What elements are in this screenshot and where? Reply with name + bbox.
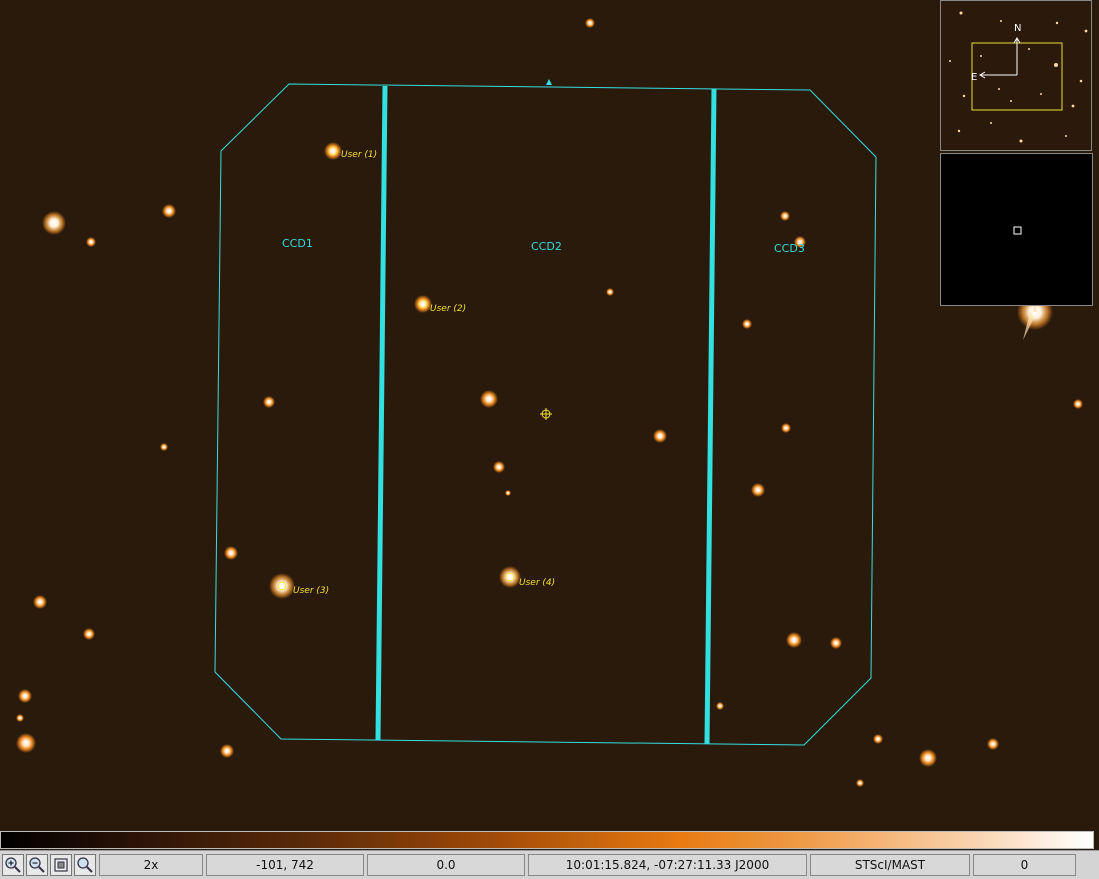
star bbox=[220, 744, 234, 758]
magnifier-cursor-box bbox=[1013, 226, 1022, 235]
target-label-3: User (3) bbox=[293, 586, 329, 596]
target-label-2: User (2) bbox=[430, 304, 466, 314]
zoom-in-button[interactable] bbox=[2, 854, 24, 876]
panner-star bbox=[1065, 135, 1067, 137]
star bbox=[716, 702, 724, 710]
zoom-level-field: 2x bbox=[99, 854, 203, 876]
star bbox=[480, 390, 498, 408]
zoom-actual-button[interactable] bbox=[74, 854, 96, 876]
ccd3-label: CCD3 bbox=[774, 242, 805, 255]
zoom-out-button[interactable] bbox=[26, 854, 48, 876]
star bbox=[780, 211, 790, 221]
star bbox=[653, 429, 667, 443]
star bbox=[873, 734, 883, 744]
panner-star bbox=[957, 129, 961, 133]
star bbox=[493, 461, 505, 473]
star bbox=[606, 288, 614, 296]
star bbox=[269, 573, 295, 599]
star bbox=[919, 749, 937, 767]
star bbox=[42, 211, 66, 235]
panner-star bbox=[1084, 29, 1088, 33]
image-source-field: STScI/MAST bbox=[810, 854, 970, 876]
panner-star bbox=[1019, 139, 1023, 143]
star bbox=[16, 733, 36, 753]
zoom-actual-icon bbox=[77, 857, 93, 873]
star bbox=[263, 396, 275, 408]
pixel-value-field: 0.0 bbox=[367, 854, 525, 876]
star bbox=[86, 237, 96, 247]
star bbox=[160, 443, 168, 451]
east-label: E bbox=[971, 72, 977, 83]
star bbox=[742, 319, 752, 329]
panner-overview[interactable]: N E bbox=[940, 0, 1092, 151]
panner-star bbox=[949, 60, 951, 62]
panner-star bbox=[1010, 100, 1012, 102]
wcs-coords-field: 10:01:15.824, -07:27:11.33 J2000 bbox=[528, 854, 807, 876]
colorbar[interactable] bbox=[0, 831, 1094, 849]
ccd1-label: CCD1 bbox=[282, 237, 313, 250]
panner-star bbox=[959, 11, 963, 15]
star bbox=[18, 689, 32, 703]
panner-star bbox=[998, 88, 1000, 90]
zoom-out-icon bbox=[29, 857, 45, 873]
zoom-fit-icon bbox=[54, 858, 68, 872]
panner-star bbox=[1079, 79, 1083, 83]
north-label: N bbox=[1014, 23, 1021, 34]
star bbox=[83, 628, 95, 640]
status-bar: 2x -101, 742 0.0 10:01:15.824, -07:27:11… bbox=[0, 850, 1099, 879]
pixel-coords-field: -101, 742 bbox=[206, 854, 364, 876]
panner-star bbox=[1028, 48, 1030, 50]
ccd2-label: CCD2 bbox=[531, 240, 562, 253]
star bbox=[781, 423, 791, 433]
magnifier-view bbox=[940, 153, 1093, 306]
panner-star bbox=[1071, 104, 1075, 108]
star bbox=[16, 714, 24, 722]
panner-star bbox=[962, 94, 966, 98]
star bbox=[856, 779, 864, 787]
panner-star bbox=[1040, 93, 1042, 95]
star bbox=[505, 490, 511, 496]
panner-star bbox=[1000, 20, 1002, 22]
star bbox=[987, 738, 999, 750]
star bbox=[33, 595, 47, 609]
panner-star bbox=[1054, 63, 1058, 67]
extra-status-field: 0 bbox=[973, 854, 1076, 876]
panner-star bbox=[980, 55, 982, 57]
target-label-1: User (1) bbox=[341, 150, 377, 160]
sky-image-viewer[interactable]: CCD1 CCD2 CCD3 User (1) User (2) User (3… bbox=[0, 0, 1099, 830]
star bbox=[830, 637, 842, 649]
sky-image-canvas[interactable]: CCD1 CCD2 CCD3 User (1) User (2) User (3… bbox=[0, 0, 1099, 830]
zoom-fit-button[interactable] bbox=[50, 854, 72, 876]
star bbox=[585, 18, 595, 28]
star bbox=[224, 546, 238, 560]
target-label-4: User (4) bbox=[519, 578, 555, 588]
zoom-in-icon bbox=[5, 857, 21, 873]
star bbox=[751, 483, 765, 497]
star bbox=[1073, 399, 1083, 409]
star bbox=[324, 142, 342, 160]
star bbox=[786, 632, 802, 648]
panner-star bbox=[1055, 21, 1059, 25]
panner-star bbox=[990, 122, 992, 124]
star bbox=[162, 204, 176, 218]
star bbox=[499, 566, 521, 588]
